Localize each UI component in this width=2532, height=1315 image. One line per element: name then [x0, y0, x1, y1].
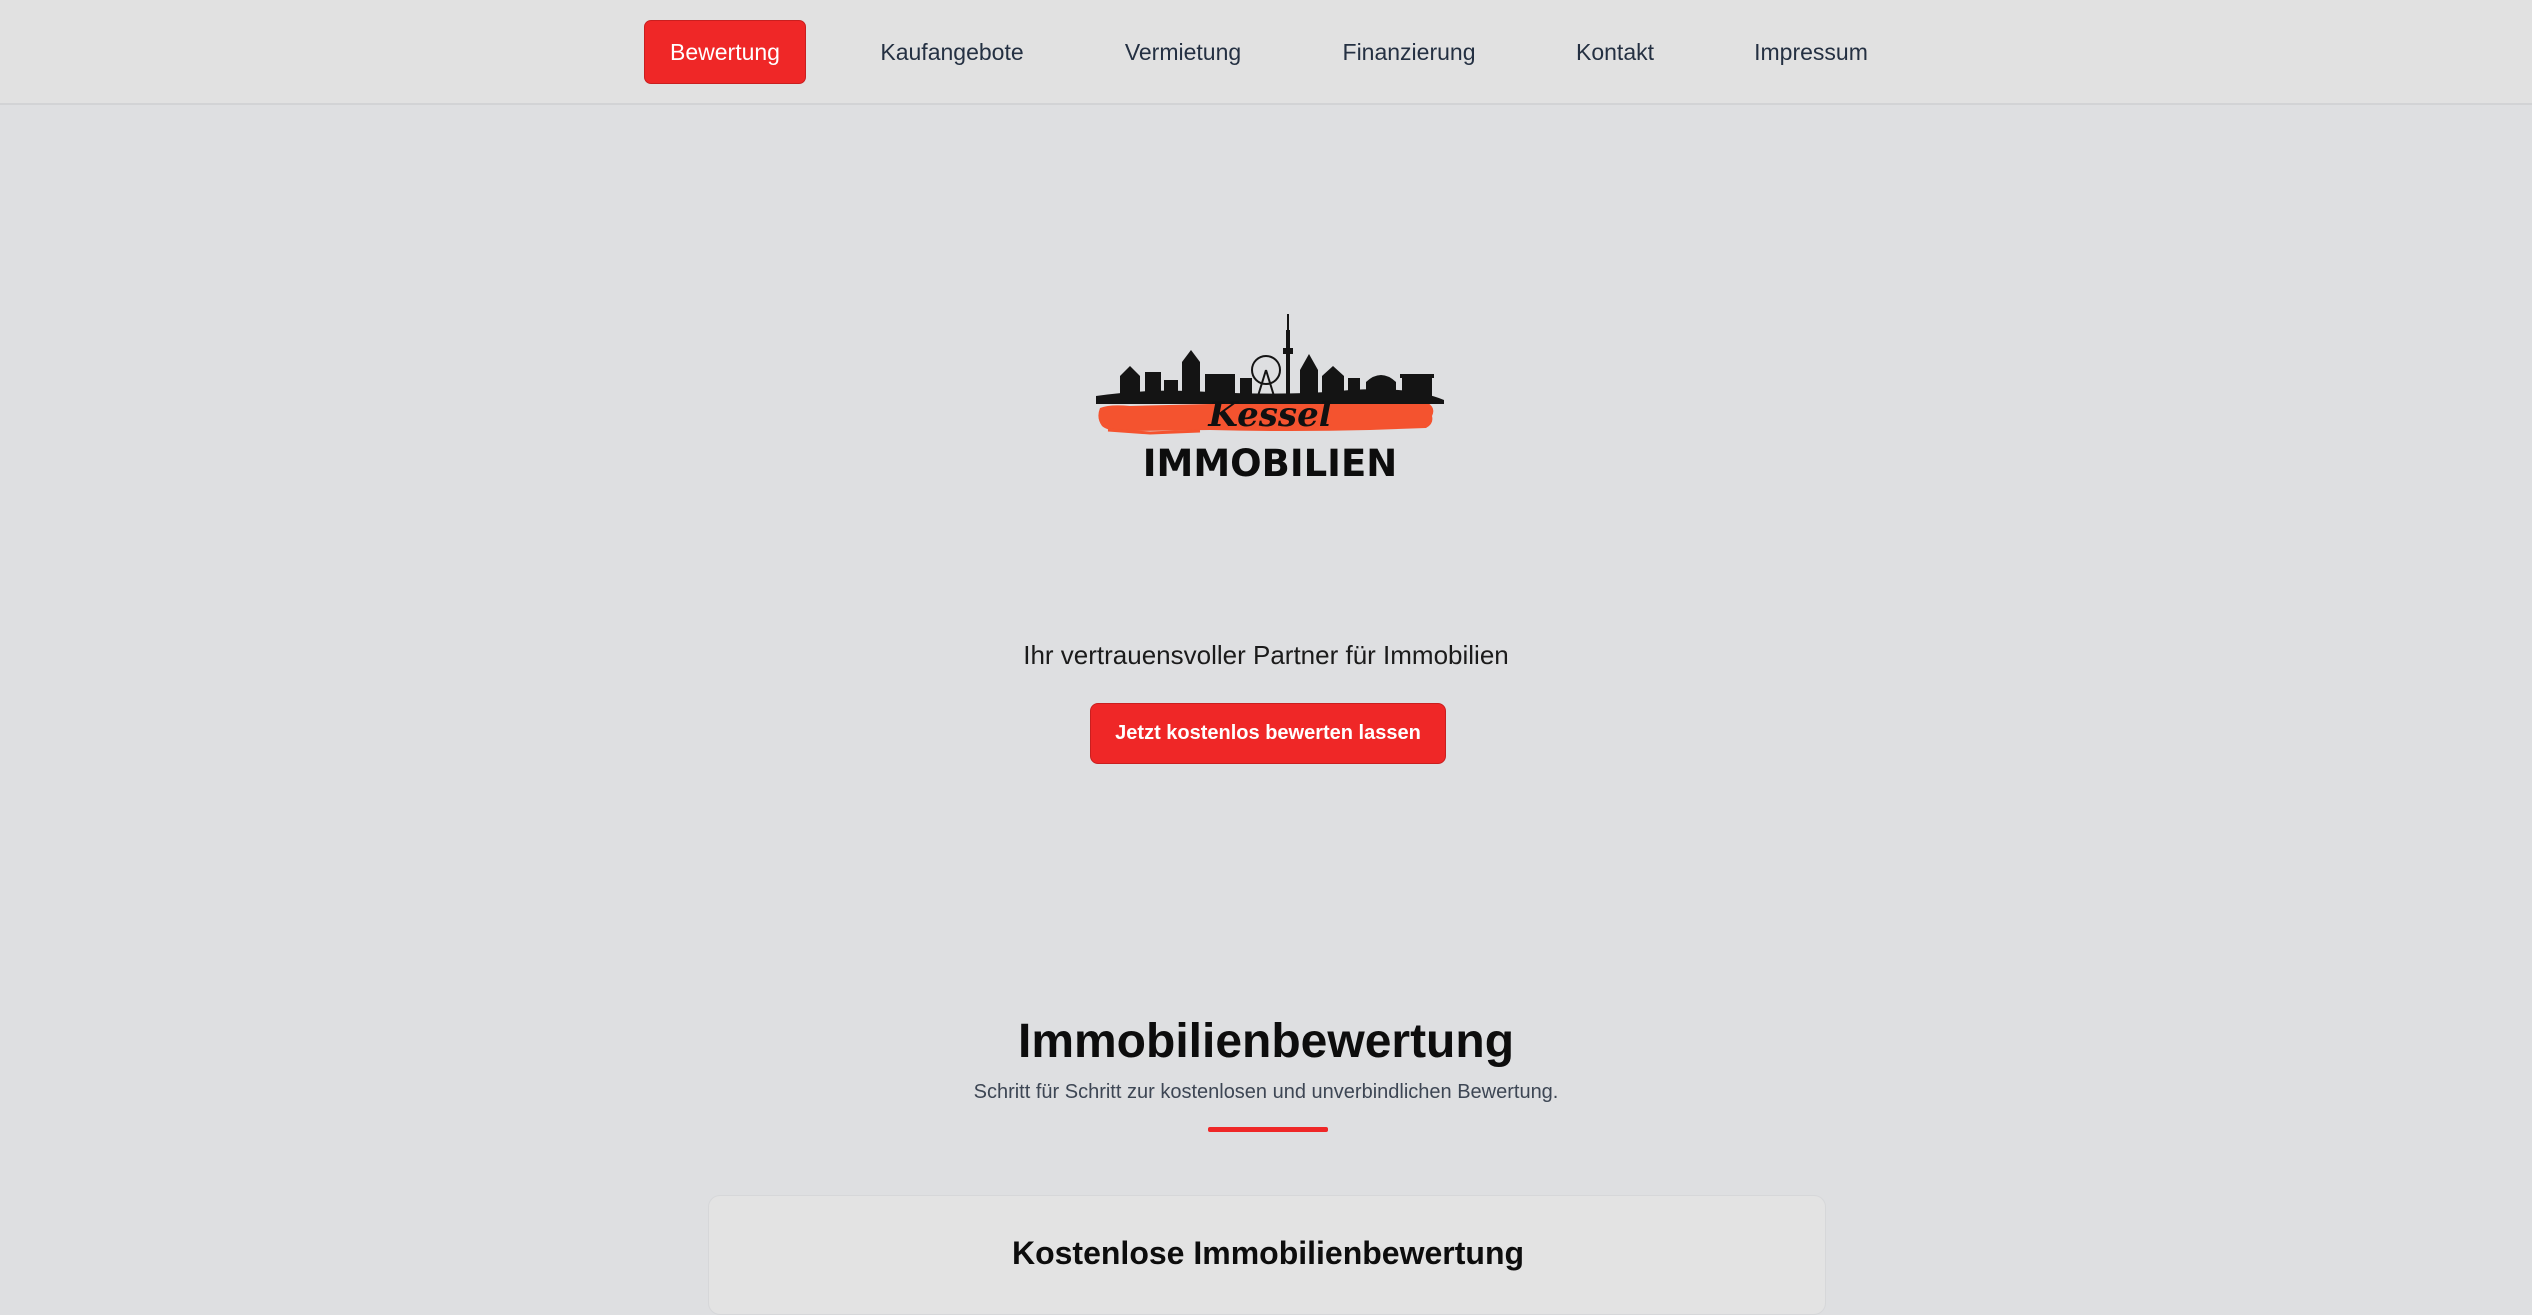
section-title: Immobilienbewertung — [1017, 1015, 1515, 1068]
card-title: Kostenlose Immobilienbewertung — [1011, 1235, 1525, 1271]
logo-wordmark: IMMOBILIEN — [1143, 442, 1397, 485]
top-navbar: Bewertung Kaufangebote Vermietung Finanz… — [0, 0, 2532, 105]
nav-item-bewertung[interactable]: Bewertung — [644, 20, 806, 84]
section-title-underline — [1208, 1127, 1328, 1132]
logo-script-text: Kessel — [1207, 395, 1331, 435]
section-subtitle: Schritt für Schritt zur kostenlosen und … — [973, 1081, 1559, 1103]
nav-item-kontakt[interactable]: Kontakt — [1562, 20, 1668, 84]
nav-item-vermietung[interactable]: Vermietung — [1108, 20, 1258, 84]
nav-item-impressum[interactable]: Impressum — [1738, 20, 1884, 84]
kessel-immobilien-logo[interactable]: Kessel IMMOBILIEN — [1090, 300, 1450, 500]
nav-item-kaufangebote[interactable]: Kaufangebote — [862, 20, 1042, 84]
city-skyline-icon: Kessel IMMOBILIEN — [1096, 314, 1444, 485]
hero-tagline: Ihr vertrauensvoller Partner für Immobil… — [1023, 640, 1509, 670]
valuation-card: Kostenlose Immobilienbewertung — [708, 1195, 1826, 1315]
nav-item-finanzierung[interactable]: Finanzierung — [1326, 20, 1492, 84]
free-valuation-cta-button[interactable]: Jetzt kostenlos bewerten lassen — [1090, 703, 1446, 764]
